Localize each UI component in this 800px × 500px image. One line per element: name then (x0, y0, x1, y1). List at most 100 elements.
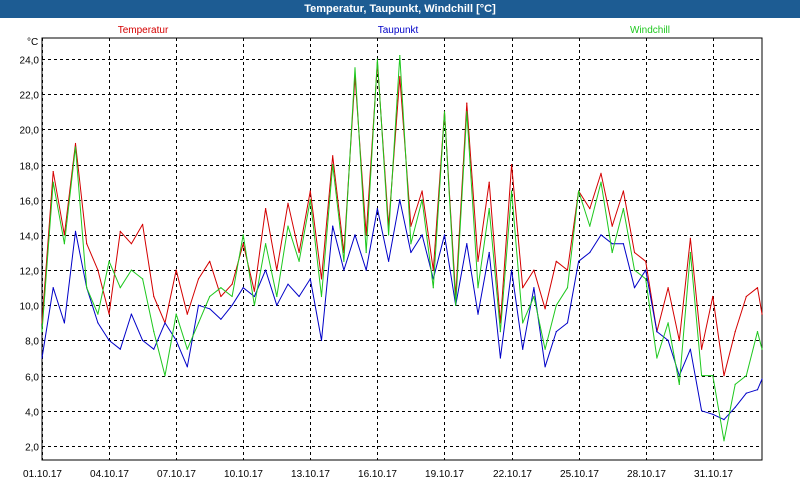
data-point (298, 251, 300, 254)
data-point (309, 278, 311, 280)
data-point (712, 295, 714, 298)
data-point (656, 357, 658, 359)
data-point (119, 287, 121, 289)
x-tick-label: 13.10.17 (291, 469, 330, 480)
y-tick-label: 18,0 (20, 162, 40, 173)
data-point (332, 155, 334, 157)
data-point (689, 348, 692, 350)
data-point (242, 287, 244, 289)
data-point (108, 313, 110, 315)
data-point (421, 199, 423, 201)
data-point (186, 348, 188, 350)
data-point (701, 348, 703, 350)
data-point (63, 234, 65, 236)
data-point (365, 251, 367, 254)
data-point (265, 243, 267, 245)
data-point (97, 322, 99, 324)
window-title: Temperatur, Taupunkt, Windchill [°C] (0, 0, 800, 18)
data-point (343, 269, 345, 271)
data-point (667, 322, 669, 324)
data-point (298, 295, 300, 298)
data-point (97, 269, 99, 271)
data-point (533, 295, 535, 298)
data-point (309, 190, 311, 192)
data-point (689, 237, 692, 239)
data-point (633, 251, 636, 254)
data-point (611, 225, 613, 227)
data-point (544, 366, 546, 368)
data-point (276, 269, 278, 271)
data-point (622, 208, 625, 210)
data-point (499, 357, 501, 359)
data-point (488, 181, 490, 183)
data-point (265, 269, 267, 271)
data-point (410, 243, 412, 245)
data-point (466, 102, 468, 104)
data-point (164, 375, 166, 377)
data-point (388, 234, 390, 236)
y-tick-label: 22,0 (20, 91, 40, 102)
data-point (410, 225, 412, 227)
data-point (320, 278, 323, 280)
data-point (734, 331, 736, 333)
data-point (399, 199, 401, 201)
data-point (265, 208, 267, 210)
data-point (633, 269, 636, 271)
x-tick-label: 28.10.17 (627, 469, 666, 480)
data-point (197, 322, 200, 324)
data-point (153, 348, 155, 350)
data-point (511, 190, 513, 192)
data-point (544, 308, 546, 310)
chart-window: Temperatur, Taupunkt, Windchill [°C] 2,0… (0, 0, 800, 500)
y-tick-label: 2,0 (25, 443, 39, 454)
data-point (734, 383, 736, 385)
data-point (74, 146, 77, 148)
y-tick-label: 16,0 (20, 197, 40, 208)
data-point (455, 304, 457, 306)
data-point (41, 357, 43, 359)
data-point (153, 295, 155, 298)
legend-taupunkt: Taupunkt (378, 25, 419, 36)
data-point (220, 287, 222, 289)
data-point (175, 339, 177, 341)
data-point (678, 339, 680, 341)
data-point (761, 348, 763, 350)
data-point (761, 313, 763, 315)
data-point (220, 295, 222, 298)
data-point (723, 440, 725, 442)
data-point (153, 331, 155, 333)
data-point (242, 243, 244, 245)
data-point (421, 190, 423, 192)
data-point (622, 190, 625, 192)
data-point (209, 260, 211, 262)
data-point (231, 295, 233, 298)
chart-canvas: 2,0 4,0 6,0 8,0 10,0 12,0 14,0 16,0 18,0 20,0 22,0… (20, 25, 763, 480)
data-point (701, 410, 703, 412)
data-point (555, 331, 557, 333)
data-point (376, 58, 378, 60)
data-point (354, 67, 356, 69)
x-tick-label: 04.10.17 (90, 469, 129, 480)
data-point (399, 76, 401, 78)
data-point (566, 287, 569, 289)
data-point (712, 375, 714, 377)
data-point (309, 199, 311, 201)
data-point (354, 234, 356, 236)
data-point (745, 295, 747, 298)
data-point (578, 190, 580, 192)
data-point (611, 251, 613, 254)
legend-temperatur: Temperatur (118, 25, 169, 36)
data-point (477, 260, 479, 262)
data-point (119, 348, 121, 350)
data-point (253, 304, 255, 306)
data-point (566, 269, 569, 271)
data-point (376, 208, 378, 210)
data-point (499, 331, 501, 333)
legend-windchill: Windchill (630, 25, 670, 36)
y-tick-label: 24,0 (20, 56, 40, 67)
data-point (253, 290, 255, 292)
data-point (466, 111, 468, 113)
data-point (678, 383, 680, 385)
y-tick-label: 4,0 (25, 408, 39, 419)
data-point (399, 55, 401, 57)
